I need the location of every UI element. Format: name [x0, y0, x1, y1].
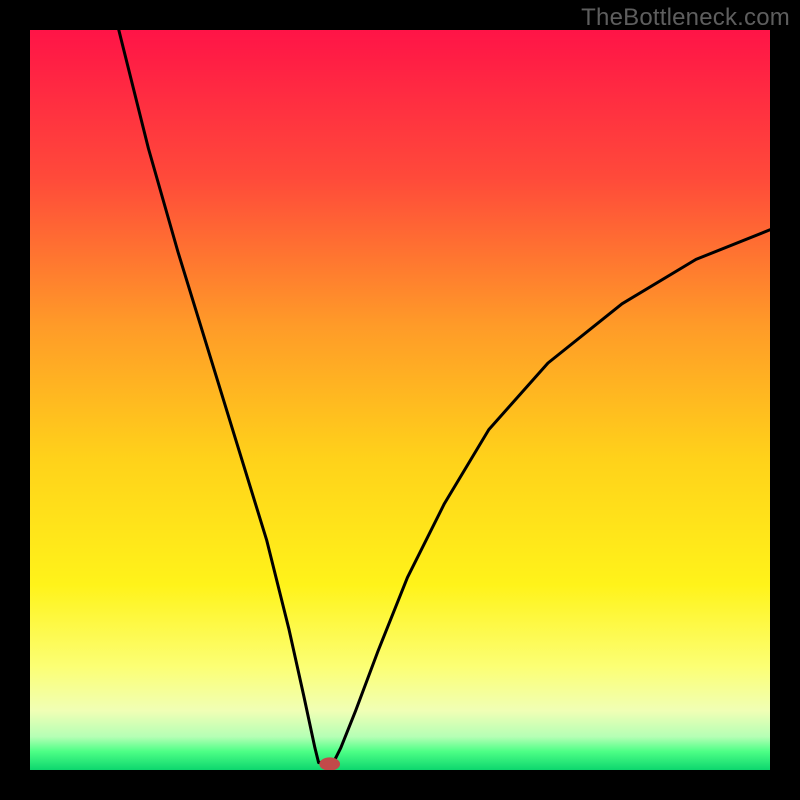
bottleneck-chart	[30, 30, 770, 770]
watermark-text: TheBottleneck.com	[581, 4, 790, 32]
gradient-background	[30, 30, 770, 770]
chart-container: TheBottleneck.com	[0, 0, 800, 800]
plot-area	[30, 30, 770, 770]
